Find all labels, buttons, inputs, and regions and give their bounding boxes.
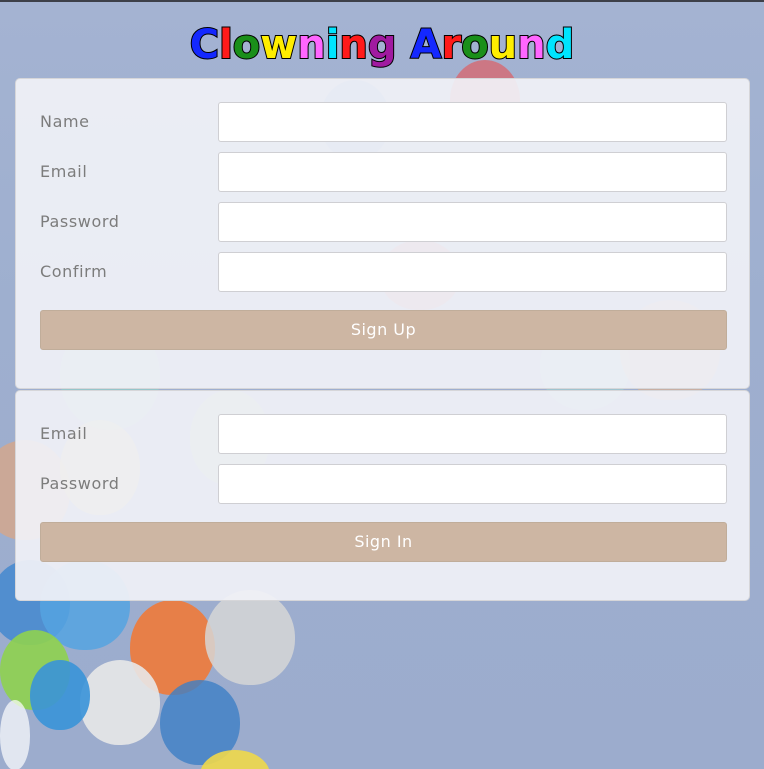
title-letter: r bbox=[440, 21, 462, 69]
sign-in-button[interactable]: Sign In bbox=[40, 522, 727, 562]
title-letter: u bbox=[488, 21, 519, 69]
signup-confirm-label: Confirm bbox=[40, 262, 108, 281]
balloon-decoration bbox=[0, 700, 30, 769]
title-letter: g bbox=[367, 21, 398, 69]
signup-email-row: Email bbox=[16, 152, 751, 192]
sign-up-button[interactable]: Sign Up bbox=[40, 310, 727, 350]
signup-password-label: Password bbox=[40, 212, 120, 231]
signup-name-label: Name bbox=[40, 112, 90, 131]
signup-name-input[interactable] bbox=[218, 102, 727, 142]
signup-password-input[interactable] bbox=[218, 202, 727, 242]
title-letter: n bbox=[516, 21, 547, 69]
signin-email-label: Email bbox=[40, 424, 88, 443]
title-letter: A bbox=[409, 21, 442, 69]
signin-email-input[interactable] bbox=[218, 414, 727, 454]
signin-form: Email Password Sign In bbox=[15, 390, 750, 601]
signin-email-row: Email bbox=[16, 414, 751, 454]
title-letter: w bbox=[259, 21, 298, 69]
signin-password-row: Password bbox=[16, 464, 751, 504]
title-letter: d bbox=[545, 21, 576, 69]
signup-confirm-row: Confirm bbox=[16, 252, 751, 292]
title-letter: C bbox=[189, 21, 220, 69]
title-letter: o bbox=[232, 21, 262, 69]
signup-form: Name Email Password Confirm Sign Up bbox=[15, 78, 750, 389]
balloon-decoration bbox=[205, 590, 295, 685]
signup-email-label: Email bbox=[40, 162, 88, 181]
signup-confirm-input[interactable] bbox=[218, 252, 727, 292]
signup-password-row: Password bbox=[16, 202, 751, 242]
balloon-decoration bbox=[80, 660, 160, 745]
top-border bbox=[0, 0, 764, 2]
signup-name-row: Name bbox=[16, 102, 751, 142]
title-letter: l bbox=[218, 21, 234, 69]
signin-password-label: Password bbox=[40, 474, 120, 493]
signin-password-input[interactable] bbox=[218, 464, 727, 504]
title-letter bbox=[397, 22, 411, 68]
balloon-decoration bbox=[30, 660, 90, 730]
title-letter: n bbox=[296, 21, 327, 69]
page-title: Clowning Around bbox=[0, 18, 764, 74]
page-title-text: Clowning Around bbox=[189, 18, 576, 72]
signup-email-input[interactable] bbox=[218, 152, 727, 192]
title-letter: o bbox=[460, 21, 490, 69]
title-letter: n bbox=[338, 21, 369, 69]
title-letter: i bbox=[325, 21, 341, 69]
